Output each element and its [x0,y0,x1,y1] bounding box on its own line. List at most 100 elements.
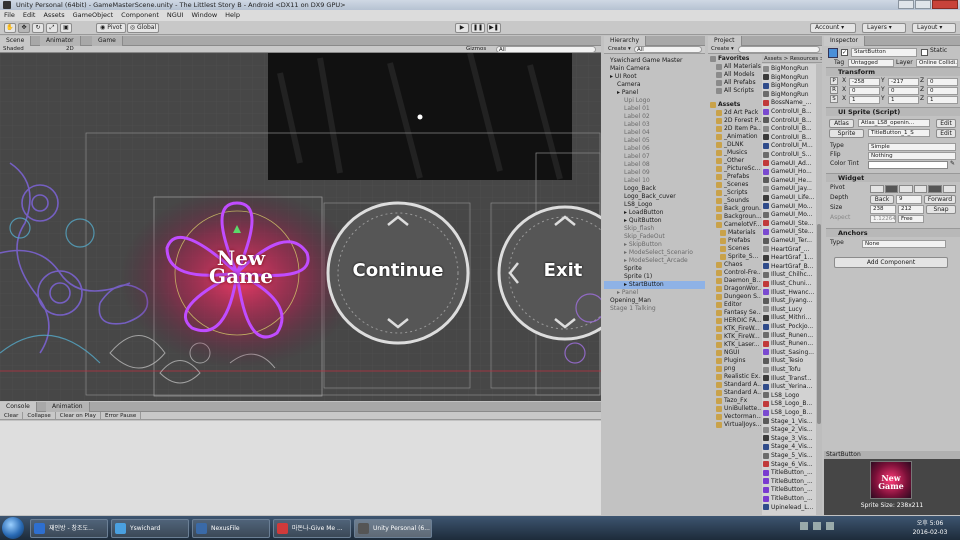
project-file-item[interactable]: GameUI_Ste... [762,228,816,236]
taskbar-item[interactable]: Yswichard [111,519,189,538]
project-file-item[interactable]: ControlUI_B... [762,134,816,142]
tab-console[interactable]: Console [0,402,37,412]
hierarchy-item[interactable]: Sprite [604,265,705,273]
project-file-item[interactable]: LS8_Logo [762,392,816,400]
project-folder[interactable]: VirtualJoys... [708,421,761,429]
project-file-item[interactable]: Stage_6_Vis... [762,461,816,469]
project-file-item[interactable]: Illust_Runen... [762,340,816,348]
layers-dropdown[interactable]: Layers ▾ [862,23,906,33]
sprite-field[interactable]: TitleButton_1_S [868,129,930,137]
favorites-group[interactable]: Favorites [708,55,761,63]
project-file-item[interactable]: TitleButton_... [762,469,816,477]
project-folder[interactable]: Chaos [708,261,761,269]
console-clear-button[interactable]: Clear [0,412,24,419]
project-folder[interactable]: _Sounds [708,197,761,205]
aspect-mode-dropdown[interactable]: Free [898,215,924,223]
sprite-edit-button[interactable]: Edit [936,129,956,138]
atlas-button[interactable]: Atlas [829,119,854,128]
project-folder[interactable]: Standard A... [708,389,761,397]
transform-p-y-field[interactable]: -217 [888,78,919,86]
project-folder[interactable]: Tazo_Fx [708,397,761,405]
pivot-toggle[interactable]: ◉ Pivot [96,23,126,33]
clock[interactable]: 오후 5:06 2016-02-03 [905,519,955,537]
console-clear-on-play-button[interactable]: Clear on Play [56,412,101,419]
snap-button[interactable]: Snap [926,205,956,214]
project-folder[interactable]: Materials [708,229,761,237]
tray-icon[interactable] [800,522,808,530]
project-file-item[interactable]: ControlUI_S... [762,151,816,159]
hierarchy-item[interactable]: ▸ Panel [604,289,705,297]
anchors-header[interactable]: Anchors [826,228,960,237]
hierarchy-item[interactable]: Main Camera [604,65,705,73]
aspect-field[interactable]: 1.12264 [870,215,896,223]
project-folder[interactable]: Plugins [708,357,761,365]
hierarchy-item[interactable]: Camera [604,81,705,89]
hierarchy-item[interactable]: Label 03 [604,121,705,129]
project-file-item[interactable]: Stage_5_Vis... [762,452,816,460]
pivot-middle-icon[interactable] [928,185,942,193]
project-file-item[interactable]: Stage_2_Vis... [762,426,816,434]
project-file-item[interactable]: Illust_Sasing... [762,349,816,357]
pivot-right-icon[interactable] [899,185,913,193]
project-file-item[interactable]: LS8_Logo_B... [762,400,816,408]
tab-animator[interactable]: Animator [40,36,81,46]
project-folder[interactable]: Back_groun... [708,205,761,213]
active-checkbox[interactable]: ✓ [841,49,848,56]
project-folder[interactable]: Backgroun... [708,213,761,221]
hierarchy-item[interactable]: Yswichard Game Master [604,57,705,65]
flip-dropdown[interactable]: Nothing [868,152,956,160]
project-folder[interactable]: 2d Art Pack [708,109,761,117]
project-file-item[interactable]: TitleButton_... [762,486,816,494]
project-file-item[interactable]: BigMongRun [762,74,816,82]
width-field[interactable]: 238 [870,205,896,214]
position-reset-button[interactable]: P [830,77,838,85]
hierarchy-item[interactable]: Label 09 [604,169,705,177]
hierarchy-item[interactable]: ▸ LoadButton [604,209,705,217]
hierarchy-item[interactable]: Label 01 [604,105,705,113]
move-tool-icon[interactable]: ✥ [18,23,30,33]
start-button[interactable] [2,517,24,539]
hierarchy-item[interactable]: Logo_Back_cuver [604,193,705,201]
shading-dropdown[interactable]: Shaded [3,45,24,53]
minimize-button[interactable] [898,0,914,9]
pivot-center-icon[interactable] [884,185,898,193]
project-file-item[interactable]: HeartGraf_1... [762,254,816,262]
hierarchy-item[interactable]: ▸ QuitButton [604,217,705,225]
project-file-item[interactable]: Stage_1_Vis... [762,418,816,426]
project-file-item[interactable]: GameUI_Ho... [762,168,816,176]
project-folder[interactable]: KTK_FireW... [708,325,761,333]
project-search-input[interactable] [738,46,820,53]
project-folder[interactable]: _Musics [708,149,761,157]
atlas-edit-button[interactable]: Edit [936,119,956,128]
project-file-item[interactable]: Illust_Mithri... [762,314,816,322]
transform-s-x-field[interactable]: 1 [849,96,880,104]
hand-tool-icon[interactable]: ✋ [4,23,16,33]
rect-tool-icon[interactable]: ▣ [60,23,72,33]
scale-tool-icon[interactable]: ⤢ [46,23,58,33]
project-folder[interactable]: _Animation [708,133,761,141]
project-folder[interactable]: DragonWor... [708,285,761,293]
project-file-item[interactable]: Illust_Transf... [762,375,816,383]
console-log-area[interactable] [0,421,601,515]
object-name-field[interactable]: StartButton [851,48,917,57]
project-folder[interactable]: KTK_FireW... [708,333,761,341]
project-file-item[interactable]: Illust_Tesio [762,357,816,365]
volume-icon[interactable] [826,522,835,530]
pivot-top-icon[interactable] [913,185,927,193]
project-folder[interactable]: Vectorman... [708,413,761,421]
depth-back-button[interactable]: Back [870,195,894,204]
menu-window[interactable]: Window [192,10,218,21]
hierarchy-item[interactable]: Label 02 [604,113,705,121]
static-checkbox[interactable] [921,49,928,56]
project-folder[interactable]: Dungeon S... [708,293,761,301]
hierarchy-item[interactable]: Skip_flash [604,225,705,233]
hierarchy-item[interactable]: ▸ ModeSelect_Scenario [604,249,705,257]
project-folder[interactable]: HEROIC FA... [708,317,761,325]
pivot-left-icon[interactable] [870,185,884,193]
favorite-item[interactable]: All Materials [708,63,761,71]
project-folder[interactable]: Control-Fre... [708,269,761,277]
ui-sprite-header[interactable]: UI Sprite (Script) [826,107,960,116]
project-file-item[interactable]: Illust_Tofu [762,366,816,374]
project-folder[interactable]: _Scripts [708,189,761,197]
scale-reset-button[interactable]: S [830,95,838,103]
